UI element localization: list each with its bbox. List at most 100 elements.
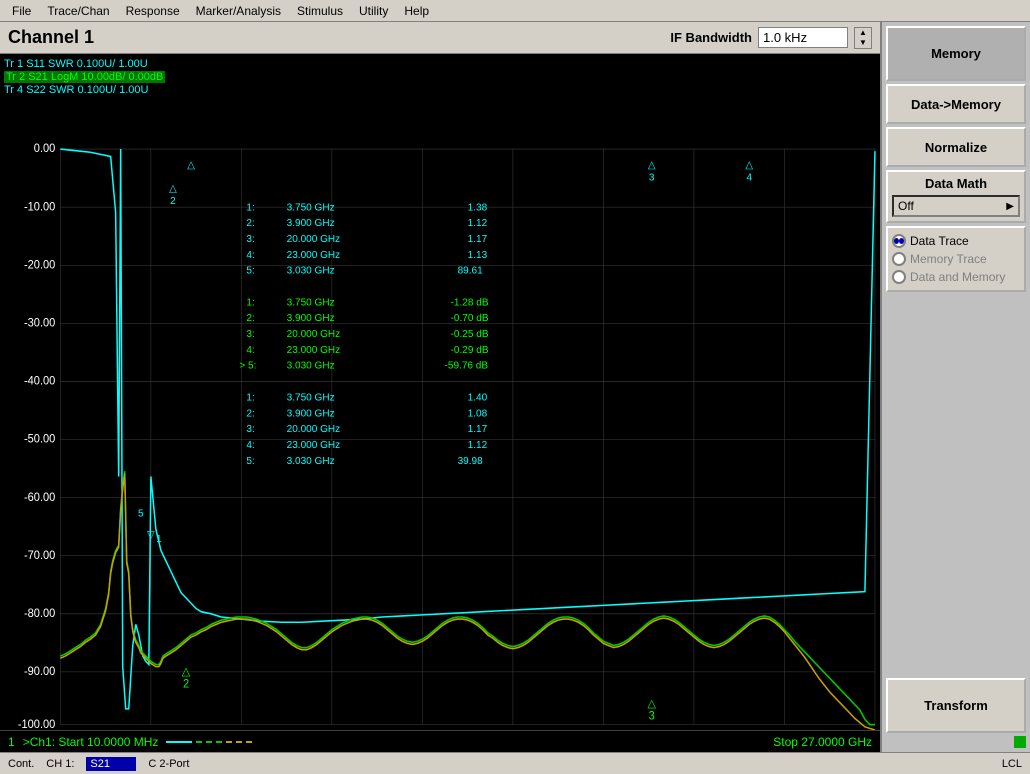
if-bandwidth-input[interactable] <box>758 27 848 48</box>
svg-text:1: 1 <box>156 534 162 545</box>
chart-svg: 0.00 -10.00 -20.00 -30.00 -40.00 -50.00 … <box>0 54 880 730</box>
chart-header: Channel 1 IF Bandwidth ▲ ▼ <box>0 22 880 54</box>
svg-text:△: △ <box>169 183 177 194</box>
normalize-button[interactable]: Normalize <box>886 127 1026 167</box>
data-math-value: Off <box>898 199 914 213</box>
svg-text:3:: 3: <box>246 234 254 245</box>
port-label: C 2-Port <box>148 758 189 770</box>
svg-text:△: △ <box>648 160 656 171</box>
svg-text:3:: 3: <box>246 329 254 340</box>
data-trace-radio[interactable]: Data Trace <box>892 234 1020 248</box>
memory-button[interactable]: Memory <box>886 26 1026 81</box>
chart-canvas: Tr 1 S11 SWR 0.100U/ 1.00U Tr 2 S21 LogM… <box>0 54 880 730</box>
data-memory-button[interactable]: Data->Memory <box>886 84 1026 124</box>
svg-text:20.000 GHz: 20.000 GHz <box>287 329 341 340</box>
svg-text:2: 2 <box>170 196 176 207</box>
cont-mode: Cont. <box>8 758 34 770</box>
menu-response[interactable]: Response <box>118 2 188 20</box>
if-bandwidth-spinners: ▲ ▼ <box>854 27 872 49</box>
svg-text:△: △ <box>182 666 191 678</box>
svg-text:-10.00: -10.00 <box>24 201 55 213</box>
svg-text:5:: 5: <box>246 456 254 467</box>
stop-info: Stop 27.0000 GHz <box>773 735 872 749</box>
menu-marker-analysis[interactable]: Marker/Analysis <box>188 2 289 20</box>
svg-text:-30.00: -30.00 <box>24 317 55 329</box>
svg-text:4:: 4: <box>246 345 254 356</box>
menu-stimulus[interactable]: Stimulus <box>289 2 351 20</box>
svg-text:-0.29 dB: -0.29 dB <box>451 345 489 356</box>
data-trace-label: Data Trace <box>910 234 969 248</box>
menubar: File Trace/Chan Response Marker/Analysis… <box>0 0 1030 22</box>
svg-text:1.38: 1.38 <box>468 202 488 213</box>
trace-info: Tr 1 S11 SWR 0.100U/ 1.00U Tr 2 S21 LogM… <box>4 58 165 97</box>
data-math-dropdown[interactable]: Off ▶ <box>892 195 1020 217</box>
svg-text:89.61: 89.61 <box>458 266 483 277</box>
chart-bottom: 1 >Ch1: Start 10.0000 MHz Stop 27.0000 G… <box>0 730 880 752</box>
channel-label: Channel 1 <box>8 27 94 48</box>
svg-text:3.900 GHz: 3.900 GHz <box>287 408 335 419</box>
trace-1-info: Tr 1 S11 SWR 0.100U/ 1.00U <box>4 58 165 70</box>
svg-text:-40.00: -40.00 <box>24 375 55 387</box>
svg-text:△: △ <box>745 160 753 171</box>
svg-text:3.750 GHz: 3.750 GHz <box>287 202 335 213</box>
svg-text:3.750 GHz: 3.750 GHz <box>287 297 335 308</box>
ch-label: CH 1: <box>46 758 74 770</box>
legend-tan <box>226 741 252 743</box>
svg-text:4:: 4: <box>246 250 254 261</box>
svg-text:1:: 1: <box>246 297 254 308</box>
if-bandwidth-area: IF Bandwidth ▲ ▼ <box>670 27 872 49</box>
data-trace-radio-dot <box>892 234 906 248</box>
svg-text:20.000 GHz: 20.000 GHz <box>287 234 341 245</box>
statusbar: Cont. CH 1: C 2-Port LCL <box>0 752 1030 774</box>
svg-text:5:: 5: <box>246 266 254 277</box>
svg-text:1.13: 1.13 <box>468 250 488 261</box>
right-panel: Memory Data->Memory Normalize Data Math … <box>880 22 1030 752</box>
menu-file[interactable]: File <box>4 2 39 20</box>
svg-text:-50.00: -50.00 <box>24 433 55 445</box>
memory-trace-radio-dot <box>892 252 906 266</box>
trace-display-radio-group: Data Trace Memory Trace Data and Memory <box>886 226 1026 292</box>
svg-text:3.030 GHz: 3.030 GHz <box>287 456 335 467</box>
svg-text:-80.00: -80.00 <box>24 608 55 620</box>
main-area: Channel 1 IF Bandwidth ▲ ▼ Tr 1 S11 SWR … <box>0 22 1030 752</box>
svg-text:23.000 GHz: 23.000 GHz <box>287 250 341 261</box>
svg-text:1.12: 1.12 <box>468 440 488 451</box>
svg-text:23.000 GHz: 23.000 GHz <box>287 345 341 356</box>
svg-text:20.000 GHz: 20.000 GHz <box>287 424 341 435</box>
svg-text:3:: 3: <box>246 424 254 435</box>
trace-number: 1 <box>8 735 15 749</box>
svg-text:△: △ <box>647 698 656 710</box>
svg-text:5: 5 <box>138 508 144 519</box>
svg-text:2: 2 <box>183 679 189 691</box>
menu-trace-chan[interactable]: Trace/Chan <box>39 2 117 20</box>
legend-green <box>196 741 222 743</box>
ch1-start-info: >Ch1: Start 10.0000 MHz <box>23 735 159 749</box>
svg-text:-1.28 dB: -1.28 dB <box>451 297 489 308</box>
green-indicator <box>1014 736 1026 748</box>
svg-text:23.000 GHz: 23.000 GHz <box>287 440 341 451</box>
svg-text:△: △ <box>745 729 754 730</box>
s21-input[interactable] <box>86 757 136 771</box>
menu-help[interactable]: Help <box>396 2 437 20</box>
transform-button[interactable]: Transform <box>886 678 1026 733</box>
svg-text:1:: 1: <box>246 392 254 403</box>
if-bandwidth-up[interactable]: ▲ <box>855 28 871 38</box>
data-and-memory-radio-dot <box>892 270 906 284</box>
svg-text:> 5:: > 5: <box>239 361 256 372</box>
svg-text:▽: ▽ <box>147 530 155 541</box>
if-bandwidth-down[interactable]: ▼ <box>855 38 871 48</box>
svg-text:-20.00: -20.00 <box>24 259 55 271</box>
svg-text:2:: 2: <box>246 218 254 229</box>
if-bandwidth-label: IF Bandwidth <box>670 30 752 45</box>
svg-text:3: 3 <box>649 173 655 184</box>
svg-text:-100.00: -100.00 <box>18 719 55 730</box>
svg-text:-70.00: -70.00 <box>24 550 55 562</box>
memory-trace-radio[interactable]: Memory Trace <box>892 252 1020 266</box>
chart-area: Channel 1 IF Bandwidth ▲ ▼ Tr 1 S11 SWR … <box>0 22 880 752</box>
data-and-memory-radio[interactable]: Data and Memory <box>892 270 1020 284</box>
svg-text:1.17: 1.17 <box>468 234 488 245</box>
svg-text:1.12: 1.12 <box>468 218 488 229</box>
menu-utility[interactable]: Utility <box>351 2 396 20</box>
svg-text:1.08: 1.08 <box>468 408 488 419</box>
svg-text:3.030 GHz: 3.030 GHz <box>287 361 335 372</box>
